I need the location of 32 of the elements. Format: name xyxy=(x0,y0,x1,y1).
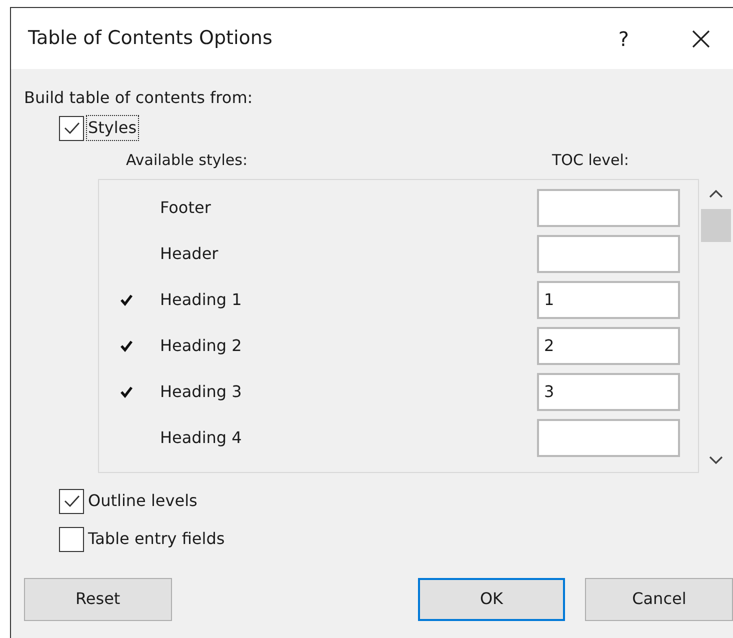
style-name[interactable]: Header xyxy=(160,242,537,266)
checkbox[interactable] xyxy=(59,488,84,514)
close-icon[interactable] xyxy=(691,28,711,48)
scroll-down-icon[interactable] xyxy=(709,456,723,464)
help-button[interactable]: ? xyxy=(618,24,629,54)
column-header: TOC level: xyxy=(552,150,629,171)
window-title: Table of Contents Options xyxy=(28,26,274,52)
section-label: Build table of contents from: xyxy=(24,87,254,109)
toc-level-field[interactable] xyxy=(537,418,680,456)
dialog-button[interactable]: OK xyxy=(418,578,566,620)
checkbox-label[interactable]: Outline levels xyxy=(88,489,198,513)
dialog-button[interactable]: Reset xyxy=(24,578,172,620)
checkbox[interactable] xyxy=(59,526,84,552)
checkbox-label[interactable]: Table entry fields xyxy=(88,527,225,551)
check-icon xyxy=(62,121,80,135)
toc-level-field[interactable]: 2 xyxy=(537,326,680,364)
checkbox[interactable] xyxy=(59,116,84,140)
style-name[interactable]: Heading 1 xyxy=(160,288,537,312)
dialog-button[interactable]: Cancel xyxy=(585,578,733,620)
style-name[interactable]: Heading 2 xyxy=(160,334,537,358)
toc-level-field[interactable]: 1 xyxy=(537,280,680,318)
toc-level-field[interactable]: 3 xyxy=(537,372,680,410)
toc-level-field[interactable] xyxy=(537,188,680,226)
check-icon xyxy=(62,494,80,508)
style-name[interactable]: Heading 3 xyxy=(160,380,537,404)
scrollbar-thumb[interactable] xyxy=(701,208,731,242)
style-name[interactable]: Heading 4 xyxy=(160,426,537,450)
toc-level-field[interactable] xyxy=(537,234,680,272)
style-name[interactable]: Footer xyxy=(160,196,537,220)
scroll-up-icon[interactable] xyxy=(709,188,723,198)
column-header: Available styles: xyxy=(126,150,249,171)
checkbox-label[interactable]: Styles xyxy=(86,115,139,141)
